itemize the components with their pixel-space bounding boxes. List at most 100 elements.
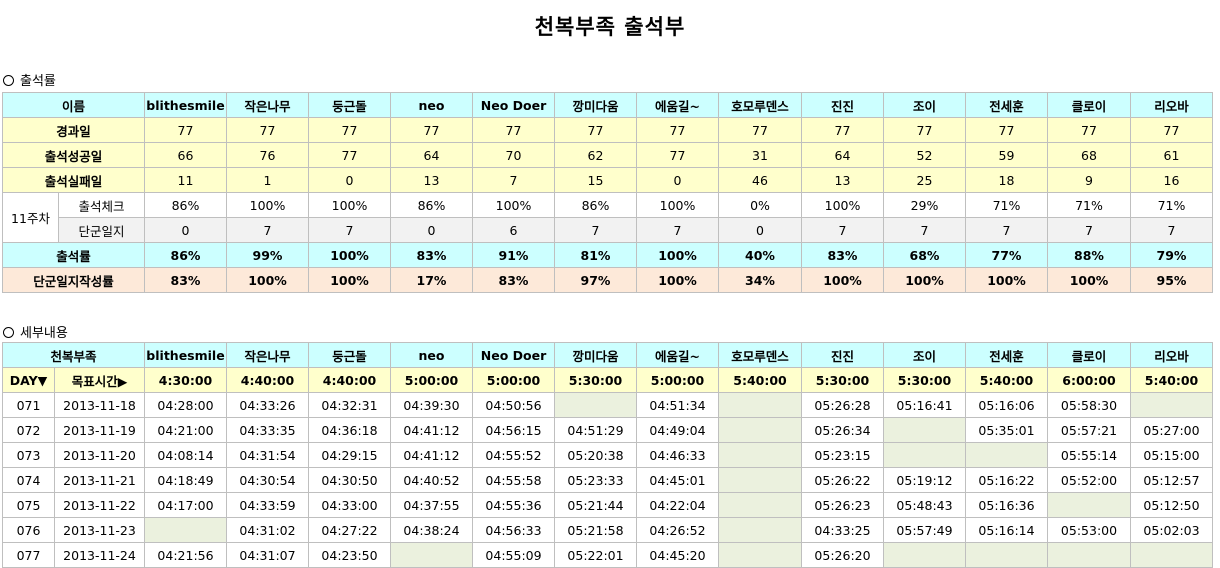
row-label: 출석실패일 [2, 167, 145, 193]
wake-time-cell: 05:02:03 [1130, 517, 1213, 543]
wake-time-cell: 05:55:14 [1047, 442, 1131, 468]
target-time-value: 5:40:00 [965, 367, 1048, 393]
member-name-header: 깡미다움 [554, 342, 637, 368]
wake-time-cell: 04:29:15 [308, 442, 391, 468]
week-value: 7 [226, 217, 309, 243]
day-number: 071 [2, 392, 55, 418]
wake-time-cell: 05:16:36 [965, 492, 1048, 518]
summary-value: 77 [718, 117, 802, 143]
member-name-header: neo [390, 92, 473, 118]
member-name-header: 에움길~ [636, 92, 719, 118]
summary-value: 77 [883, 117, 966, 143]
journal-rate-value: 95% [1130, 267, 1213, 293]
week-value: 29% [883, 192, 966, 218]
missing-time-cell [965, 542, 1048, 568]
summary-value: 15 [554, 167, 637, 193]
week-row: 11주차 출석체크 86% 100% 100% 86% 100% 86% 100% 0% 100% 2… [2, 192, 1213, 243]
summary-value: 77 [1130, 117, 1213, 143]
member-name-header: 조이 [883, 342, 966, 368]
wake-time-cell: 05:20:38 [554, 442, 637, 468]
journal-rate-value: 83% [144, 267, 227, 293]
summary-value: 31 [718, 142, 802, 168]
target-time-value: 5:30:00 [801, 367, 884, 393]
wake-time-cell: 04:08:14 [144, 442, 227, 468]
member-name-header: 전세훈 [965, 342, 1048, 368]
header-tribe-label: 천복부족 [2, 342, 145, 368]
date-cell: 2013-11-21 [54, 467, 145, 493]
wake-time-cell: 05:12:57 [1130, 467, 1213, 493]
attendance-rate-value: 99% [226, 242, 309, 268]
header-name-label: 이름 [2, 92, 145, 118]
wake-time-cell: 04:38:24 [390, 517, 473, 543]
attendance-rate-value: 77% [965, 242, 1048, 268]
attendance-summary-table: 이름 blithesmile 작은나무 둥근돌 neo Neo Doer 깡미다움 에움길~ 호… [2, 92, 1213, 293]
wake-time-cell: 04:31:07 [226, 542, 309, 568]
target-time-value: 5:40:00 [1130, 367, 1213, 393]
wake-time-cell: 04:23:50 [308, 542, 391, 568]
section-rate-heading: 출석률 [3, 70, 56, 89]
wake-time-cell: 04:27:22 [308, 517, 391, 543]
missing-time-cell [883, 542, 966, 568]
target-time-value: 6:00:00 [1047, 367, 1131, 393]
week-value: 7 [308, 217, 391, 243]
week-value: 100% [472, 192, 555, 218]
journal-rate-value: 17% [390, 267, 473, 293]
wake-time-cell: 04:56:15 [472, 417, 555, 443]
week-value: 7 [1047, 217, 1131, 243]
summary-value: 76 [226, 142, 309, 168]
wake-time-cell: 04:21:56 [144, 542, 227, 568]
summary-value: 9 [1047, 167, 1131, 193]
summary-value: 62 [554, 142, 637, 168]
wake-time-cell: 04:30:54 [226, 467, 309, 493]
wake-time-cell: 04:33:25 [801, 517, 884, 543]
wake-time-cell: 04:55:52 [472, 442, 555, 468]
wake-time-cell: 04:18:49 [144, 467, 227, 493]
summary-value: 11 [144, 167, 227, 193]
journal-rate-value: 100% [636, 267, 719, 293]
wake-time-cell: 05:16:41 [883, 392, 966, 418]
summary-value: 64 [390, 142, 473, 168]
target-time-label: 목표시간▶ [54, 367, 145, 393]
wake-time-cell: 05:58:30 [1047, 392, 1131, 418]
wake-time-cell: 05:57:21 [1047, 417, 1131, 443]
wake-time-cell: 05:26:28 [801, 392, 884, 418]
summary-row: 경과일 77 77 77 77 77 77 77 77 77 77 77 77 77 [2, 117, 1213, 143]
wake-time-cell: 04:39:30 [390, 392, 473, 418]
detail-row: 071 2013-11-18 04:28:00 04:33:26 04:32:31 04:… [2, 392, 1213, 418]
circle-bullet-icon [3, 327, 14, 338]
week-value: 7 [883, 217, 966, 243]
missing-time-cell [718, 417, 802, 443]
week-value: 0 [718, 217, 802, 243]
wake-time-cell: 05:16:14 [965, 517, 1048, 543]
summary-value: 77 [226, 117, 309, 143]
summary-value: 0 [636, 167, 719, 193]
member-name-header: 리오바 [1130, 342, 1213, 368]
missing-time-cell [718, 492, 802, 518]
wake-time-cell: 05:12:50 [1130, 492, 1213, 518]
summary-value: 13 [801, 167, 884, 193]
wake-time-cell: 04:31:54 [226, 442, 309, 468]
wake-time-cell: 05:26:22 [801, 467, 884, 493]
week-row-label: 출석체크 [58, 192, 145, 218]
summary-value: 7 [472, 167, 555, 193]
summary-header-row: 이름 blithesmile 작은나무 둥근돌 neo Neo Doer 깡미다움 에움길~ 호… [2, 92, 1213, 118]
member-name-header: 작은나무 [226, 342, 309, 368]
day-number: 076 [2, 517, 55, 543]
day-sort-header: DAY▼ [2, 367, 55, 393]
wake-time-cell: 04:33:35 [226, 417, 309, 443]
member-name-header: 전세훈 [965, 92, 1048, 118]
missing-time-cell [1130, 542, 1213, 568]
wake-time-cell: 04:50:56 [472, 392, 555, 418]
wake-time-cell: 05:16:06 [965, 392, 1048, 418]
summary-value: 77 [554, 117, 637, 143]
wake-time-cell: 04:56:33 [472, 517, 555, 543]
week-value: 100% [308, 192, 391, 218]
date-cell: 2013-11-18 [54, 392, 145, 418]
week-value: 71% [1130, 192, 1213, 218]
missing-time-cell [390, 542, 473, 568]
member-name-header: blithesmile [144, 92, 227, 118]
wake-time-cell: 05:23:15 [801, 442, 884, 468]
date-cell: 2013-11-23 [54, 517, 145, 543]
row-label: 단군일지작성률 [2, 267, 145, 293]
member-name-header: 진진 [801, 342, 884, 368]
